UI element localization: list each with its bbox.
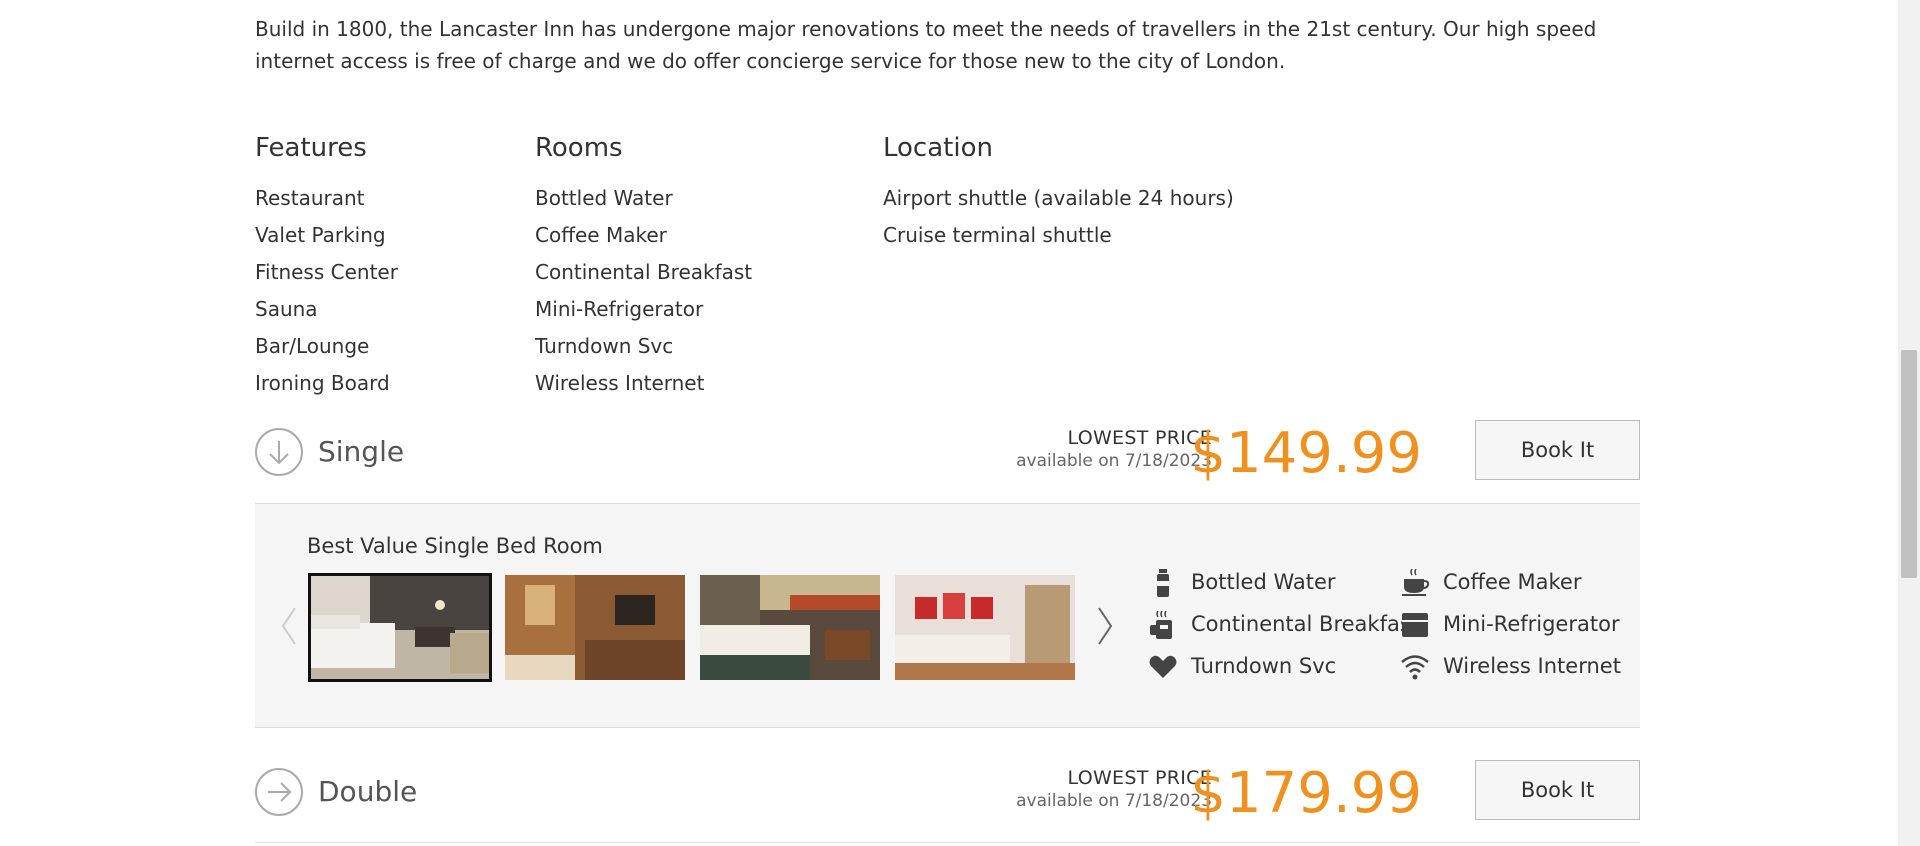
rooms-list: Bottled Water Coffee Maker Continental B… — [535, 180, 752, 402]
features-column: Features Restaurant Valet Parking Fitnes… — [255, 128, 398, 402]
amenity-label: Turndown Svc — [1191, 654, 1337, 678]
book-it-button[interactable]: Book It — [1475, 760, 1640, 820]
amenity-label: Mini-Refrigerator — [1443, 612, 1620, 636]
amenity-label: Continental Breakfast — [1191, 612, 1420, 636]
list-item: Bar/Lounge — [255, 334, 370, 358]
carousel-prev-icon[interactable] — [279, 604, 299, 659]
list-item: Continental Breakfast — [535, 260, 753, 284]
arrow-down-icon — [269, 441, 289, 465]
rooms-column: Rooms Bottled Water Coffee Maker Contine… — [535, 128, 752, 402]
room-price: $179.99 — [1190, 761, 1422, 826]
room-photo-thumbnail[interactable] — [895, 575, 1075, 680]
lowest-price-label: LOWEST PRICE — [1067, 767, 1212, 789]
rooms-heading: Rooms — [535, 133, 623, 163]
room-row-double: Double LOWEST PRICE available on 7/18/20… — [255, 760, 1640, 828]
availability-date: available on 7/18/2023 — [1016, 791, 1212, 811]
coffee-cup-icon — [1402, 569, 1430, 596]
list-item: Coffee Maker — [535, 223, 667, 247]
list-item: Wireless Internet — [535, 371, 705, 395]
room-detail-title: Best Value Single Bed Room — [307, 534, 603, 558]
breakfast-icon — [1150, 611, 1172, 639]
book-it-button[interactable]: Book It — [1475, 420, 1640, 480]
list-item: Restaurant — [255, 186, 365, 210]
room-photo-thumbnail[interactable] — [700, 575, 880, 680]
page-scrollbar[interactable] — [1898, 0, 1920, 846]
carousel-next-icon[interactable] — [1095, 604, 1115, 659]
list-item: Cruise terminal shuttle — [883, 223, 1112, 247]
room-name: Double — [318, 775, 418, 808]
list-item: Valet Parking — [255, 223, 386, 247]
list-item: Mini-Refrigerator — [535, 297, 704, 321]
location-heading: Location — [883, 133, 993, 163]
price-label: LOWEST PRICE available on 7/18/2023 — [1016, 766, 1212, 812]
scrollbar-thumb[interactable] — [1901, 350, 1917, 578]
room-photo-thumbnail[interactable] — [308, 573, 492, 682]
list-item: Airport shuttle (available 24 hours) — [883, 186, 1234, 210]
amenity-label: Bottled Water — [1191, 570, 1336, 594]
amenity-label: Coffee Maker — [1443, 570, 1582, 594]
bottle-icon — [1157, 569, 1169, 597]
list-item: Ironing Board — [255, 371, 390, 395]
features-list: Restaurant Valet Parking Fitness Center … — [255, 180, 398, 402]
collapse-toggle[interactable] — [255, 428, 303, 476]
room-photo-thumbnail[interactable] — [505, 575, 685, 680]
expand-toggle[interactable] — [255, 768, 303, 816]
fridge-icon — [1402, 613, 1428, 637]
room-name: Single — [318, 435, 405, 468]
room-row-single: Single LOWEST PRICE available on 7/18/20… — [255, 420, 1640, 488]
wifi-icon — [1401, 655, 1429, 680]
room-price: $149.99 — [1190, 421, 1422, 486]
location-list: Airport shuttle (available 24 hours) Cru… — [883, 180, 1234, 254]
divider — [255, 842, 1640, 843]
lowest-price-label: LOWEST PRICE — [1067, 427, 1212, 449]
list-item: Fitness Center — [255, 260, 398, 284]
list-item: Turndown Svc — [535, 334, 674, 358]
hotel-description: Build in 1800, the Lancaster Inn has und… — [255, 17, 1597, 73]
list-item: Bottled Water — [535, 186, 673, 210]
arrow-right-icon — [268, 782, 292, 802]
heart-icon — [1149, 655, 1177, 678]
list-item: Sauna — [255, 297, 318, 321]
amenity-columns: Features Restaurant Valet Parking Fitnes… — [255, 128, 1640, 398]
availability-date: available on 7/18/2023 — [1016, 451, 1212, 471]
location-column: Location Airport shuttle (available 24 h… — [883, 128, 1234, 254]
price-label: LOWEST PRICE available on 7/18/2023 — [1016, 426, 1212, 472]
room-detail-panel: Best Value Single Bed Room Bottled Water… — [255, 503, 1640, 728]
features-heading: Features — [255, 133, 367, 163]
amenity-label: Wireless Internet — [1443, 654, 1621, 678]
